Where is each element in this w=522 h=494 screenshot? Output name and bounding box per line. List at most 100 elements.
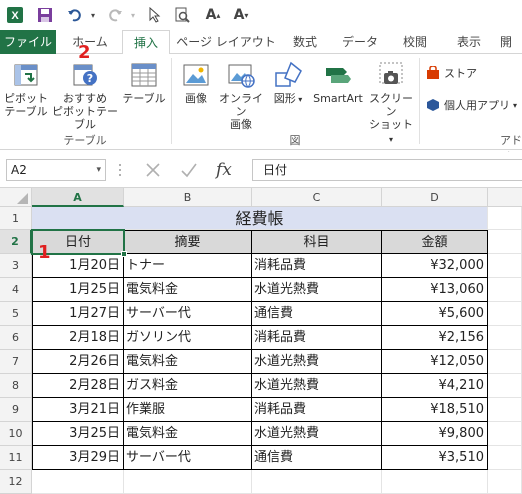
decrease-font-icon[interactable]: A ▾ [232, 5, 250, 25]
tab-dev-partial[interactable]: 開 [500, 30, 522, 54]
cell-empty[interactable] [124, 470, 252, 494]
my-apps-button[interactable]: 個人用アプリ ▾ [426, 98, 522, 112]
table-cell[interactable]: サーバー代 [124, 446, 252, 470]
cell-empty[interactable] [488, 326, 522, 350]
table-cell[interactable]: トナー [124, 254, 252, 278]
table-header-cell[interactable]: 金額 [382, 230, 488, 254]
table-header-cell[interactable]: 科目 [252, 230, 382, 254]
table-cell[interactable]: 電気料金 [124, 350, 252, 374]
row-header-6[interactable]: 6 [0, 326, 32, 350]
print-preview-icon[interactable] [172, 5, 192, 25]
table-cell[interactable]: 水道光熱費 [252, 350, 382, 374]
row-header-10[interactable]: 10 [0, 422, 32, 446]
tab-formulas[interactable]: 数式 [282, 30, 328, 54]
table-cell[interactable]: 消耗品費 [252, 254, 382, 278]
cell-empty[interactable] [488, 446, 522, 470]
cell-empty[interactable] [488, 422, 522, 446]
table-cell[interactable]: 作業服 [124, 398, 252, 422]
tab-insert[interactable]: 挿入 [122, 30, 170, 55]
table-cell[interactable]: 1月27日 [32, 302, 124, 326]
row-header-4[interactable]: 4 [0, 278, 32, 302]
formula-input[interactable]: 日付 [252, 159, 522, 181]
name-box[interactable]: A2 ▾ [6, 159, 106, 181]
tab-page-layout[interactable]: ページ レイアウト [176, 30, 276, 54]
smartart-button[interactable]: SmartArt [310, 60, 366, 105]
table-cell[interactable]: 水道光熱費 [252, 278, 382, 302]
cancel-entry-icon[interactable] [144, 161, 162, 179]
cell-e1[interactable] [488, 207, 522, 230]
table-cell[interactable]: 1月25日 [32, 278, 124, 302]
tab-view[interactable]: 表示 [446, 30, 492, 54]
table-cell[interactable]: 2月26日 [32, 350, 124, 374]
table-cell[interactable]: 2月28日 [32, 374, 124, 398]
table-cell[interactable]: ¥13,060 [382, 278, 488, 302]
tab-data[interactable]: データ [334, 30, 386, 54]
cell-e2[interactable] [488, 230, 522, 254]
table-cell[interactable]: 3月25日 [32, 422, 124, 446]
table-cell[interactable]: 消耗品費 [252, 326, 382, 350]
cell-empty[interactable] [32, 470, 124, 494]
row-header-2[interactable]: 2 [0, 230, 32, 254]
table-cell[interactable]: 通信費 [252, 446, 382, 470]
select-pointer-icon[interactable] [146, 5, 164, 25]
redo-icon[interactable] [104, 5, 126, 25]
row-header-7[interactable]: 7 [0, 350, 32, 374]
table-cell[interactable]: 2月18日 [32, 326, 124, 350]
tab-file[interactable]: ファイル [0, 30, 56, 54]
cell-empty[interactable] [252, 470, 382, 494]
table-cell[interactable]: 3月21日 [32, 398, 124, 422]
insert-function-icon[interactable]: fx [216, 158, 240, 182]
undo-icon[interactable] [64, 5, 86, 25]
table-cell[interactable]: 通信費 [252, 302, 382, 326]
row-header-12[interactable]: 12 [0, 470, 32, 494]
excel-app-icon[interactable]: X [6, 5, 24, 25]
table-cell[interactable]: ¥4,210 [382, 374, 488, 398]
table-cell[interactable]: ¥2,156 [382, 326, 488, 350]
column-header-b[interactable]: B [124, 188, 252, 207]
cell-empty[interactable] [488, 470, 522, 494]
table-cell[interactable]: 水道光熱費 [252, 374, 382, 398]
redo-dropdown-icon[interactable]: ▾ [128, 5, 138, 25]
table-cell[interactable]: ガソリン代 [124, 326, 252, 350]
table-cell[interactable]: ¥18,510 [382, 398, 488, 422]
undo-dropdown-icon[interactable]: ▾ [88, 5, 98, 25]
pivot-table-button[interactable]: ピボット テーブル [2, 60, 50, 118]
picture-button[interactable]: 画像 [178, 60, 214, 105]
row-header-11[interactable]: 11 [0, 446, 32, 470]
cell-empty[interactable] [488, 398, 522, 422]
column-header-d[interactable]: D [382, 188, 488, 207]
store-button[interactable]: ストア [426, 65, 506, 80]
confirm-entry-icon[interactable] [180, 161, 198, 179]
table-button[interactable]: テーブル [122, 60, 166, 105]
save-icon[interactable] [36, 5, 54, 25]
cell-empty[interactable] [488, 254, 522, 278]
select-all-corner[interactable] [0, 188, 32, 207]
column-header-e[interactable] [488, 188, 522, 207]
name-box-dropdown-icon[interactable]: ▾ [96, 160, 101, 180]
table-cell[interactable]: 電気料金 [124, 278, 252, 302]
table-cell[interactable]: 消耗品費 [252, 398, 382, 422]
row-header-9[interactable]: 9 [0, 398, 32, 422]
table-cell[interactable]: 電気料金 [124, 422, 252, 446]
table-cell[interactable]: ¥3,510 [382, 446, 488, 470]
tab-review[interactable]: 校閲 [392, 30, 438, 54]
table-cell[interactable]: ¥32,000 [382, 254, 488, 278]
fill-handle[interactable] [121, 251, 127, 257]
column-header-a[interactable]: A [32, 188, 124, 207]
cell-empty[interactable] [488, 278, 522, 302]
increase-font-icon[interactable]: A ▴ [204, 5, 222, 25]
table-cell[interactable]: ガス料金 [124, 374, 252, 398]
table-cell[interactable]: 水道光熱費 [252, 422, 382, 446]
sheet-title-cell[interactable]: 経費帳 [32, 207, 488, 230]
cell-empty[interactable] [488, 350, 522, 374]
row-header-5[interactable]: 5 [0, 302, 32, 326]
table-cell[interactable]: ¥12,050 [382, 350, 488, 374]
row-header-3[interactable]: 3 [0, 254, 32, 278]
online-picture-button[interactable]: オンライン 画像 [216, 60, 266, 131]
cell-empty[interactable] [382, 470, 488, 494]
cell-empty[interactable] [488, 374, 522, 398]
shapes-button[interactable]: 図形 ▾ [268, 60, 308, 106]
row-header-1[interactable]: 1 [0, 207, 32, 230]
column-header-c[interactable]: C [252, 188, 382, 207]
table-cell[interactable]: ¥5,600 [382, 302, 488, 326]
